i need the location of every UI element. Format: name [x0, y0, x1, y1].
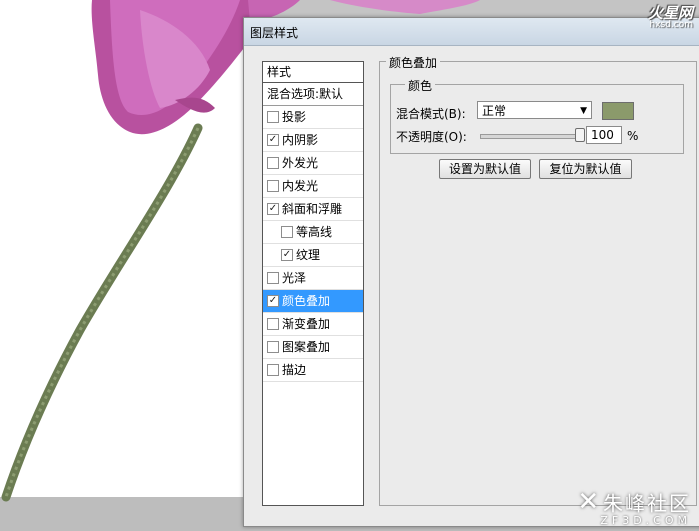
- style-item-checkbox[interactable]: [281, 248, 293, 261]
- overlay-color-swatch[interactable]: [602, 102, 634, 120]
- style-item-checkbox[interactable]: [267, 271, 279, 284]
- styles-header[interactable]: 样式: [263, 62, 363, 83]
- style-item[interactable]: 外发光: [263, 152, 363, 175]
- style-item-checkbox[interactable]: [267, 156, 279, 169]
- style-item-label: 斜面和浮雕: [282, 202, 343, 216]
- style-item[interactable]: 斜面和浮雕: [263, 198, 363, 221]
- style-item-checkbox[interactable]: [267, 317, 279, 330]
- opacity-input[interactable]: 100: [586, 126, 622, 144]
- style-item[interactable]: 光泽: [263, 267, 363, 290]
- style-item-checkbox[interactable]: [267, 133, 279, 146]
- style-item[interactable]: 图案叠加: [263, 336, 363, 359]
- style-item[interactable]: 等高线: [263, 221, 363, 244]
- blend-mode-label: 混合模式(B):: [396, 107, 466, 121]
- style-item-label: 投影: [282, 110, 307, 124]
- style-item[interactable]: 内发光: [263, 175, 363, 198]
- color-overlay-title: 颜色叠加: [386, 54, 441, 71]
- style-item-label: 光泽: [282, 271, 307, 285]
- style-item-label: 内阴影: [282, 133, 319, 147]
- style-item-checkbox[interactable]: [267, 294, 279, 307]
- site-logo-top: 火星网 hxsd.com: [583, 2, 693, 30]
- set-default-button[interactable]: 设置为默认值: [439, 159, 531, 179]
- watermark: ✕ 朱峰社区 ZF3D.COM: [577, 487, 691, 527]
- style-item[interactable]: 内阴影: [263, 129, 363, 152]
- style-item-checkbox[interactable]: [267, 179, 279, 192]
- opacity-unit: %: [627, 129, 639, 143]
- style-item-label: 图案叠加: [282, 340, 331, 354]
- watermark-text: 朱峰社区: [603, 491, 691, 516]
- opacity-slider-thumb[interactable]: [575, 128, 585, 142]
- style-item[interactable]: 纹理: [263, 244, 363, 267]
- style-item[interactable]: 渐变叠加: [263, 313, 363, 336]
- style-item-label: 内发光: [282, 179, 319, 193]
- watermark-logo-icon: ✕: [577, 487, 600, 517]
- style-item-label: 等高线: [296, 225, 333, 239]
- style-item-label: 渐变叠加: [282, 317, 331, 331]
- style-item-label: 纹理: [296, 248, 321, 262]
- style-item-label: 外发光: [282, 156, 319, 170]
- color-overlay-group: 颜色叠加 颜色 混合模式(B): 正常 ▼ 不透明度(O): 100 % 设置为…: [379, 54, 697, 506]
- dialog-title: 图层样式: [250, 26, 299, 40]
- style-item[interactable]: 投影: [263, 106, 363, 129]
- style-item-checkbox[interactable]: [267, 340, 279, 353]
- style-item-label: 颜色叠加: [282, 294, 331, 308]
- flower-stem: [1, 123, 203, 502]
- style-item-checkbox[interactable]: [281, 225, 293, 238]
- opacity-label: 不透明度(O):: [396, 130, 467, 144]
- site-logo-subtext: hxsd.com: [649, 20, 693, 30]
- styles-list: 样式 混合选项:默认 投影内阴影外发光内发光斜面和浮雕等高线纹理光泽颜色叠加渐变…: [262, 61, 364, 506]
- style-item-checkbox[interactable]: [267, 363, 279, 376]
- dropdown-arrow-icon: ▼: [580, 106, 587, 116]
- style-item-label: 描边: [282, 363, 307, 377]
- opacity-slider-track[interactable]: [480, 134, 580, 139]
- style-item-checkbox[interactable]: [267, 110, 279, 123]
- style-item[interactable]: 描边: [263, 359, 363, 382]
- reset-default-button[interactable]: 复位为默认值: [539, 159, 632, 179]
- blend-options-item[interactable]: 混合选项:默认: [263, 83, 363, 106]
- color-subgroup-title: 颜色: [405, 77, 436, 94]
- blend-mode-value: 正常: [482, 104, 507, 118]
- style-item[interactable]: 颜色叠加: [263, 290, 363, 313]
- style-item-checkbox[interactable]: [267, 202, 279, 215]
- blend-mode-select[interactable]: 正常 ▼: [477, 101, 592, 119]
- layer-style-dialog: 图层样式 样式 混合选项:默认 投影内阴影外发光内发光斜面和浮雕等高线纹理光泽颜…: [243, 17, 699, 527]
